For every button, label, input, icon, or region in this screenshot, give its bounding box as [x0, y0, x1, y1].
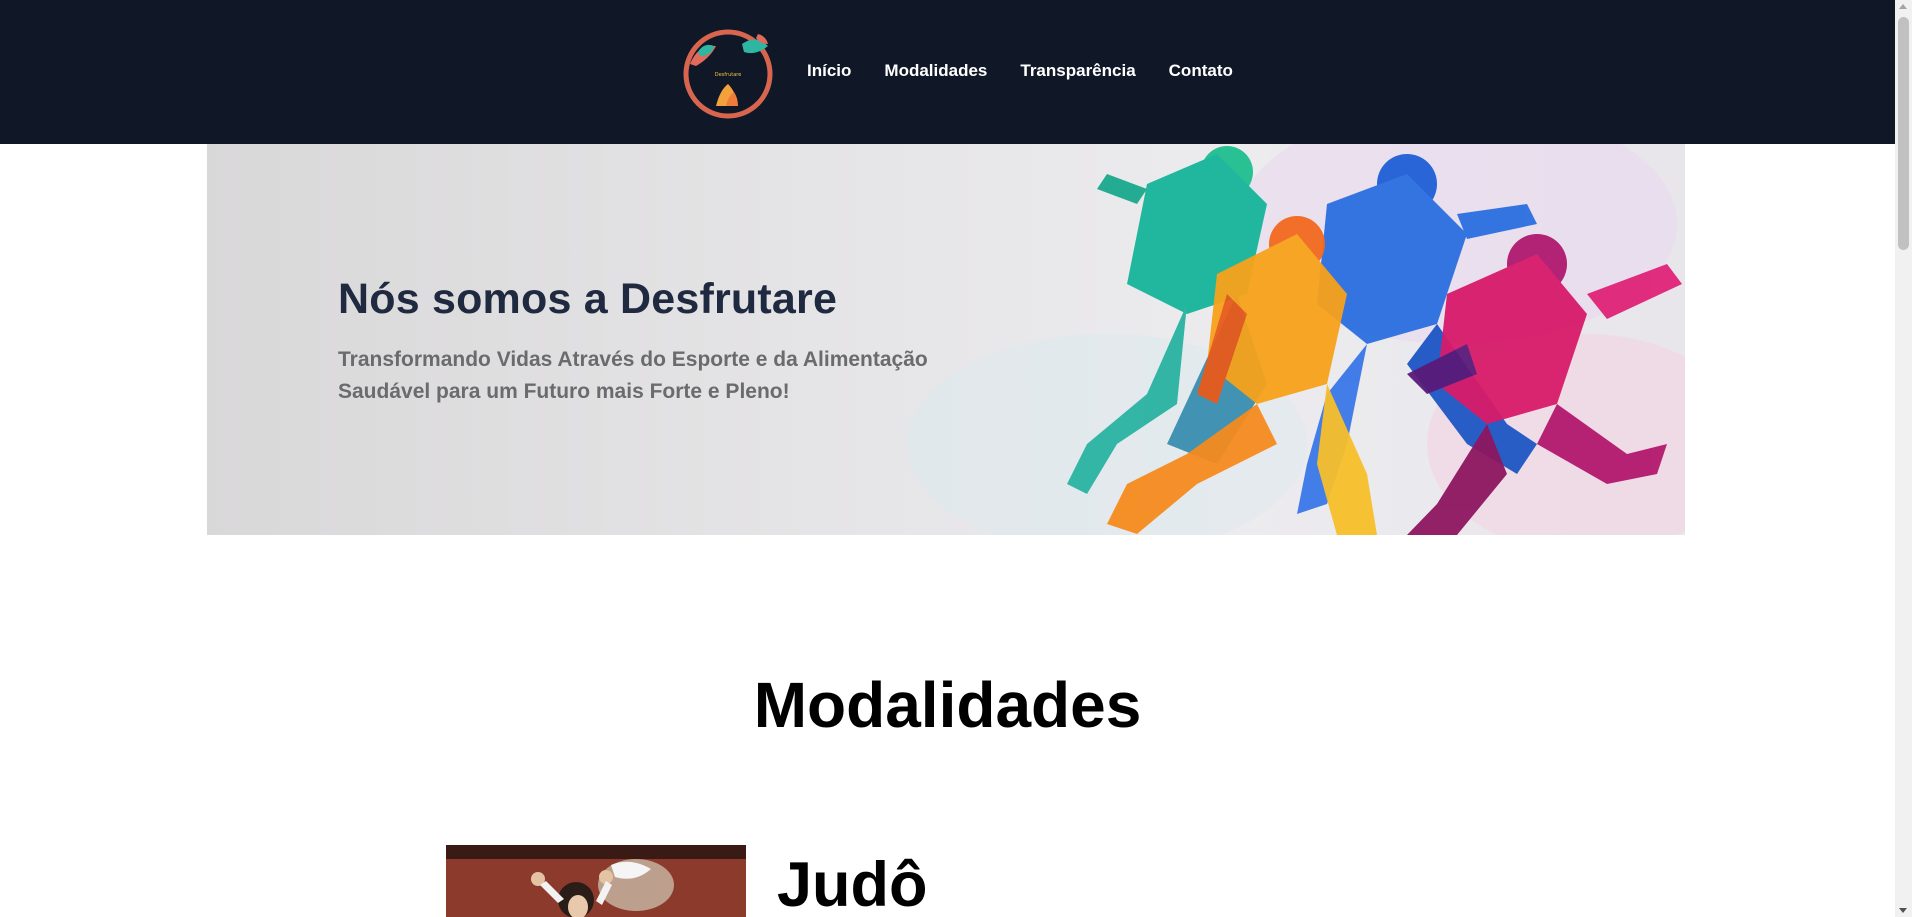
judo-image — [446, 845, 746, 917]
desfrutare-logo[interactable]: Desfrutare — [680, 24, 776, 120]
scrollbar-thumb[interactable] — [1898, 17, 1909, 250]
hero-banner: Nós somos a Desfrutare Transformando Vid… — [207, 144, 1685, 535]
judo-photo — [446, 845, 746, 917]
vertical-scrollbar[interactable] — [1895, 0, 1912, 917]
page: Desfrutare Início Modalidades Transparên… — [0, 0, 1912, 917]
nav-contato[interactable]: Contato — [1169, 58, 1233, 84]
scroll-up-arrow-icon[interactable] — [1899, 4, 1907, 9]
site-header: Desfrutare Início Modalidades Transparên… — [0, 0, 1895, 144]
nav-inicio[interactable]: Início — [807, 58, 851, 84]
logo-wordmark: Desfrutare — [715, 72, 742, 78]
modalities-title: Modalidades — [753, 669, 1142, 741]
hero-title: Nós somos a Desfrutare — [338, 275, 838, 323]
main-nav: Início Modalidades Transparência Contato — [807, 58, 1233, 84]
runners-illustration — [907, 144, 1685, 535]
nav-modalidades[interactable]: Modalidades — [884, 58, 987, 84]
hero-subtitle: Transformando Vidas Através do Esporte e… — [338, 348, 928, 403]
nav-transparencia[interactable]: Transparência — [1020, 58, 1135, 84]
modality-title-judo[interactable]: Judô — [777, 849, 928, 917]
scroll-down-arrow-icon[interactable] — [1899, 908, 1907, 913]
